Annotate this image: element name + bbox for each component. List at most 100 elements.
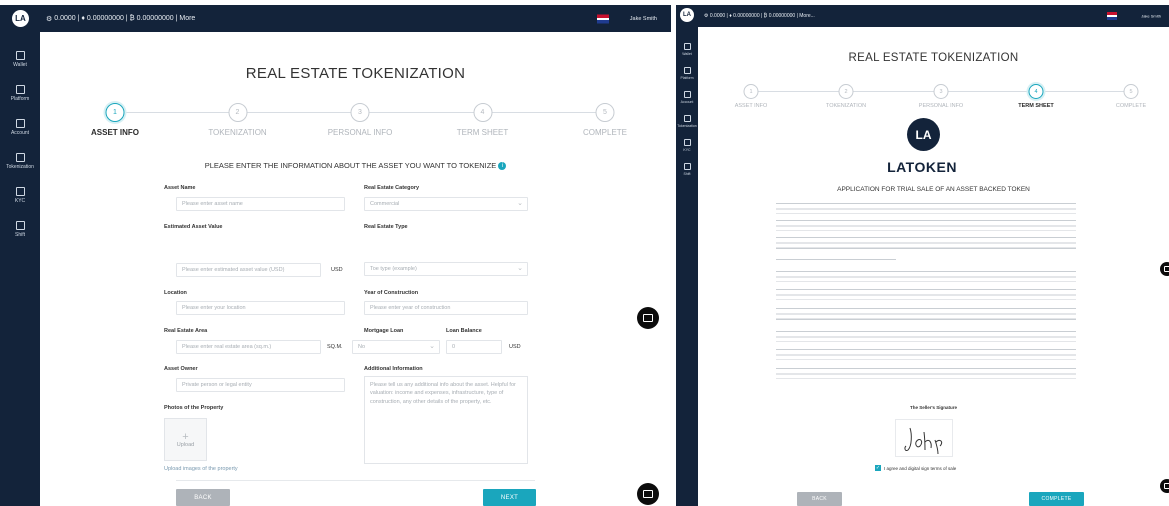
signature-pad[interactable]	[895, 419, 953, 457]
terms-paragraph	[776, 259, 896, 264]
user-name[interactable]: Jake Smith	[1141, 14, 1161, 19]
term-sheet-screen: LA Wallet Platform Account Tokenization …	[676, 5, 1169, 506]
sidebar-item-tokenization[interactable]: Tokenization	[0, 153, 40, 170]
step-1-label: ASSET INFO	[90, 128, 140, 137]
latoken-logo[interactable]: LA	[12, 10, 29, 27]
type-select[interactable]: Toe type (example)	[364, 262, 528, 276]
footer-divider	[176, 480, 535, 481]
step-3-circle[interactable]: 3	[350, 103, 370, 122]
year-label: Year of Construction	[364, 290, 419, 296]
asset-name-label: Asset Name	[164, 185, 196, 191]
progress-stepper: 1 ASSET INFO 2 TOKENIZATION 3 PERSONAL INFO 4 T…	[721, 81, 1161, 113]
step-1-circle[interactable]: 1	[743, 84, 759, 99]
owner-label: Asset Owner	[164, 366, 198, 372]
latoken-doc-logo: LA	[907, 118, 940, 151]
area-label: Real Estate Area	[164, 328, 208, 334]
terms-paragraph	[776, 349, 1076, 360]
step-4-label: TERM SHEET	[456, 128, 509, 137]
term-sheet-heading: APPLICATION FOR TRIAL SALE OF AN ASSET B…	[837, 186, 1030, 193]
upload-button[interactable]: + Upload	[164, 418, 207, 461]
step-2-label: TOKENIZATION	[825, 103, 867, 109]
page-title: REAL ESTATE TOKENIZATION	[245, 65, 466, 82]
type-label: Real Estate Type	[364, 224, 408, 230]
sidebar-item-kyc[interactable]: KYC	[0, 187, 40, 204]
chat-button-bottom[interactable]	[1160, 479, 1169, 493]
uk-flag-icon[interactable]	[1107, 12, 1117, 20]
id-icon	[15, 187, 25, 196]
asset-name-input[interactable]: Please enter asset name	[176, 197, 345, 211]
step-5-circle[interactable]: 5	[1123, 84, 1139, 99]
latoken-logo[interactable]: LA	[680, 8, 694, 22]
chat-button-bottom[interactable]	[637, 483, 659, 505]
uk-flag-icon[interactable]	[597, 14, 609, 23]
step-1-circle[interactable]: 1	[105, 103, 125, 122]
checkbox-checked-icon[interactable]: ✓	[875, 465, 881, 471]
user-icon	[15, 119, 25, 128]
terms-paragraph	[776, 220, 1076, 231]
step-5-label: COMPLETE	[1115, 103, 1147, 109]
terms-paragraph	[776, 331, 1076, 342]
sidebar-item-kyc[interactable]: KYC	[676, 139, 698, 152]
area-input[interactable]: Please enter real estate area (sq.m.)	[176, 340, 321, 354]
wallet-icon	[15, 51, 25, 60]
sidebar-item-platform[interactable]: Platform	[676, 67, 698, 80]
upload-hint: Upload images of the property	[164, 466, 238, 472]
step-4-circle[interactable]: 4	[1028, 84, 1044, 99]
complete-button[interactable]: COMPLETE	[1029, 492, 1084, 506]
info-icon[interactable]: i	[498, 162, 507, 171]
step-2-circle[interactable]: 2	[228, 103, 247, 122]
signature-label: The Seller's Signature	[909, 405, 958, 410]
value-unit: USD	[331, 267, 343, 273]
user-name[interactable]: Jake Smith	[630, 16, 657, 22]
step-4-label: TERM SHEET	[1018, 103, 1054, 109]
top-bar: ⚙ 0.0000 | ♦ 0.00000000 | ₿ 0.00000000 |…	[698, 5, 1169, 27]
balance-input[interactable]: 0	[446, 340, 502, 354]
sidebar-item-wallet[interactable]: Wallet	[0, 51, 40, 68]
chat-icon	[643, 313, 653, 323]
coin-icon: ⚙	[704, 13, 709, 19]
category-label: Real Estate Category	[364, 185, 420, 191]
balance-summary[interactable]: ⚙ 0.0000 | ♦ 0.00000000 | ₿ 0.00000000 |…	[704, 5, 815, 27]
step-5-label: COMPLETE	[582, 128, 628, 137]
location-input[interactable]: Please enter your location	[176, 301, 345, 315]
coin-icon: ⚙	[46, 15, 53, 23]
balance-label: Loan Balance	[446, 328, 482, 334]
back-button[interactable]: BACK	[797, 492, 842, 506]
next-button[interactable]: NEXT	[483, 489, 536, 506]
mortgage-select[interactable]: No	[352, 340, 440, 354]
sidebar-item-account[interactable]: Account	[0, 119, 40, 136]
sidebar-item-account[interactable]: Account	[676, 91, 698, 104]
sidebar-item-shift[interactable]: Shift	[676, 163, 698, 176]
progress-stepper: 1 ASSET INFO 2 TOKENIZATION 3 PERSONAL INFO 4 T…	[80, 97, 640, 142]
back-button[interactable]: BACK	[176, 489, 230, 506]
asset-info-screen: LA Wallet Platform Account Tokenization …	[0, 5, 671, 506]
swap-icon	[15, 221, 25, 230]
category-select[interactable]: Commercial	[364, 197, 528, 211]
top-bar: ⚙ 0.0000 | ♦ 0.00000000 | ₿ 0.00000000 |…	[40, 5, 671, 32]
terms-paragraph	[776, 289, 1076, 300]
step-5-circle[interactable]: 5	[595, 103, 615, 122]
step-4-circle[interactable]: 4	[473, 103, 492, 122]
chart-icon	[683, 67, 691, 74]
agree-checkbox-row[interactable]: ✓ I agree and digital sign terms of sale	[875, 465, 956, 471]
sidebar-item-shift[interactable]: Shift	[0, 221, 40, 238]
sidebar-item-tokenization[interactable]: Tokenization	[676, 115, 698, 128]
balance-summary[interactable]: ⚙ 0.0000 | ♦ 0.00000000 | ₿ 0.00000000 |…	[46, 5, 195, 32]
balance-unit: USD	[509, 344, 521, 350]
step-3-circle[interactable]: 3	[933, 84, 949, 99]
value-input[interactable]: Please enter estimated asset value (USD)	[176, 263, 321, 277]
sidebar-item-platform[interactable]: Platform	[0, 85, 40, 102]
year-input[interactable]: Please enter year of construction	[364, 301, 528, 315]
document-icon	[15, 153, 25, 162]
location-label: Location	[164, 290, 187, 296]
additional-textarea[interactable]: Please tell us any additional info about…	[364, 376, 528, 464]
terms-paragraph	[776, 237, 1076, 253]
sidebar: LA Wallet Platform Account Tokenization …	[0, 5, 40, 506]
step-2-circle[interactable]: 2	[838, 84, 854, 99]
area-unit: SQ.M.	[327, 344, 343, 350]
signature-drawing	[904, 427, 943, 455]
chat-button[interactable]	[1160, 262, 1169, 276]
chat-button[interactable]	[637, 307, 659, 329]
sidebar-item-wallet[interactable]: Wallet	[676, 43, 698, 56]
owner-input[interactable]: Private person or legal entity	[176, 378, 345, 392]
